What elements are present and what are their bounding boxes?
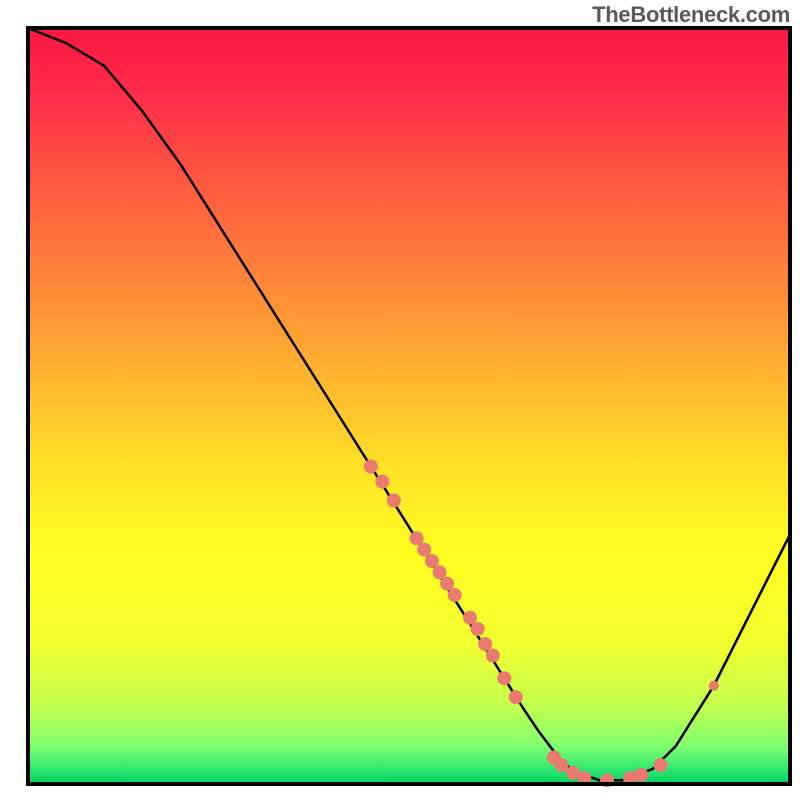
bottleneck-curve-chart (0, 0, 800, 800)
data-marker (375, 475, 389, 489)
data-marker (654, 758, 668, 772)
data-marker (364, 460, 378, 474)
data-marker (709, 681, 719, 691)
plot-background (28, 28, 790, 784)
data-marker (478, 637, 492, 651)
data-marker (486, 649, 500, 663)
data-marker (497, 671, 511, 685)
data-marker (417, 543, 431, 557)
chart-container: TheBottleneck.com (0, 0, 800, 800)
data-marker (554, 758, 568, 772)
data-marker (509, 690, 523, 704)
data-marker (634, 768, 648, 782)
data-marker (387, 494, 401, 508)
data-marker (471, 622, 485, 636)
data-marker (433, 565, 447, 579)
data-marker (448, 588, 462, 602)
watermark-text: TheBottleneck.com (592, 2, 790, 28)
